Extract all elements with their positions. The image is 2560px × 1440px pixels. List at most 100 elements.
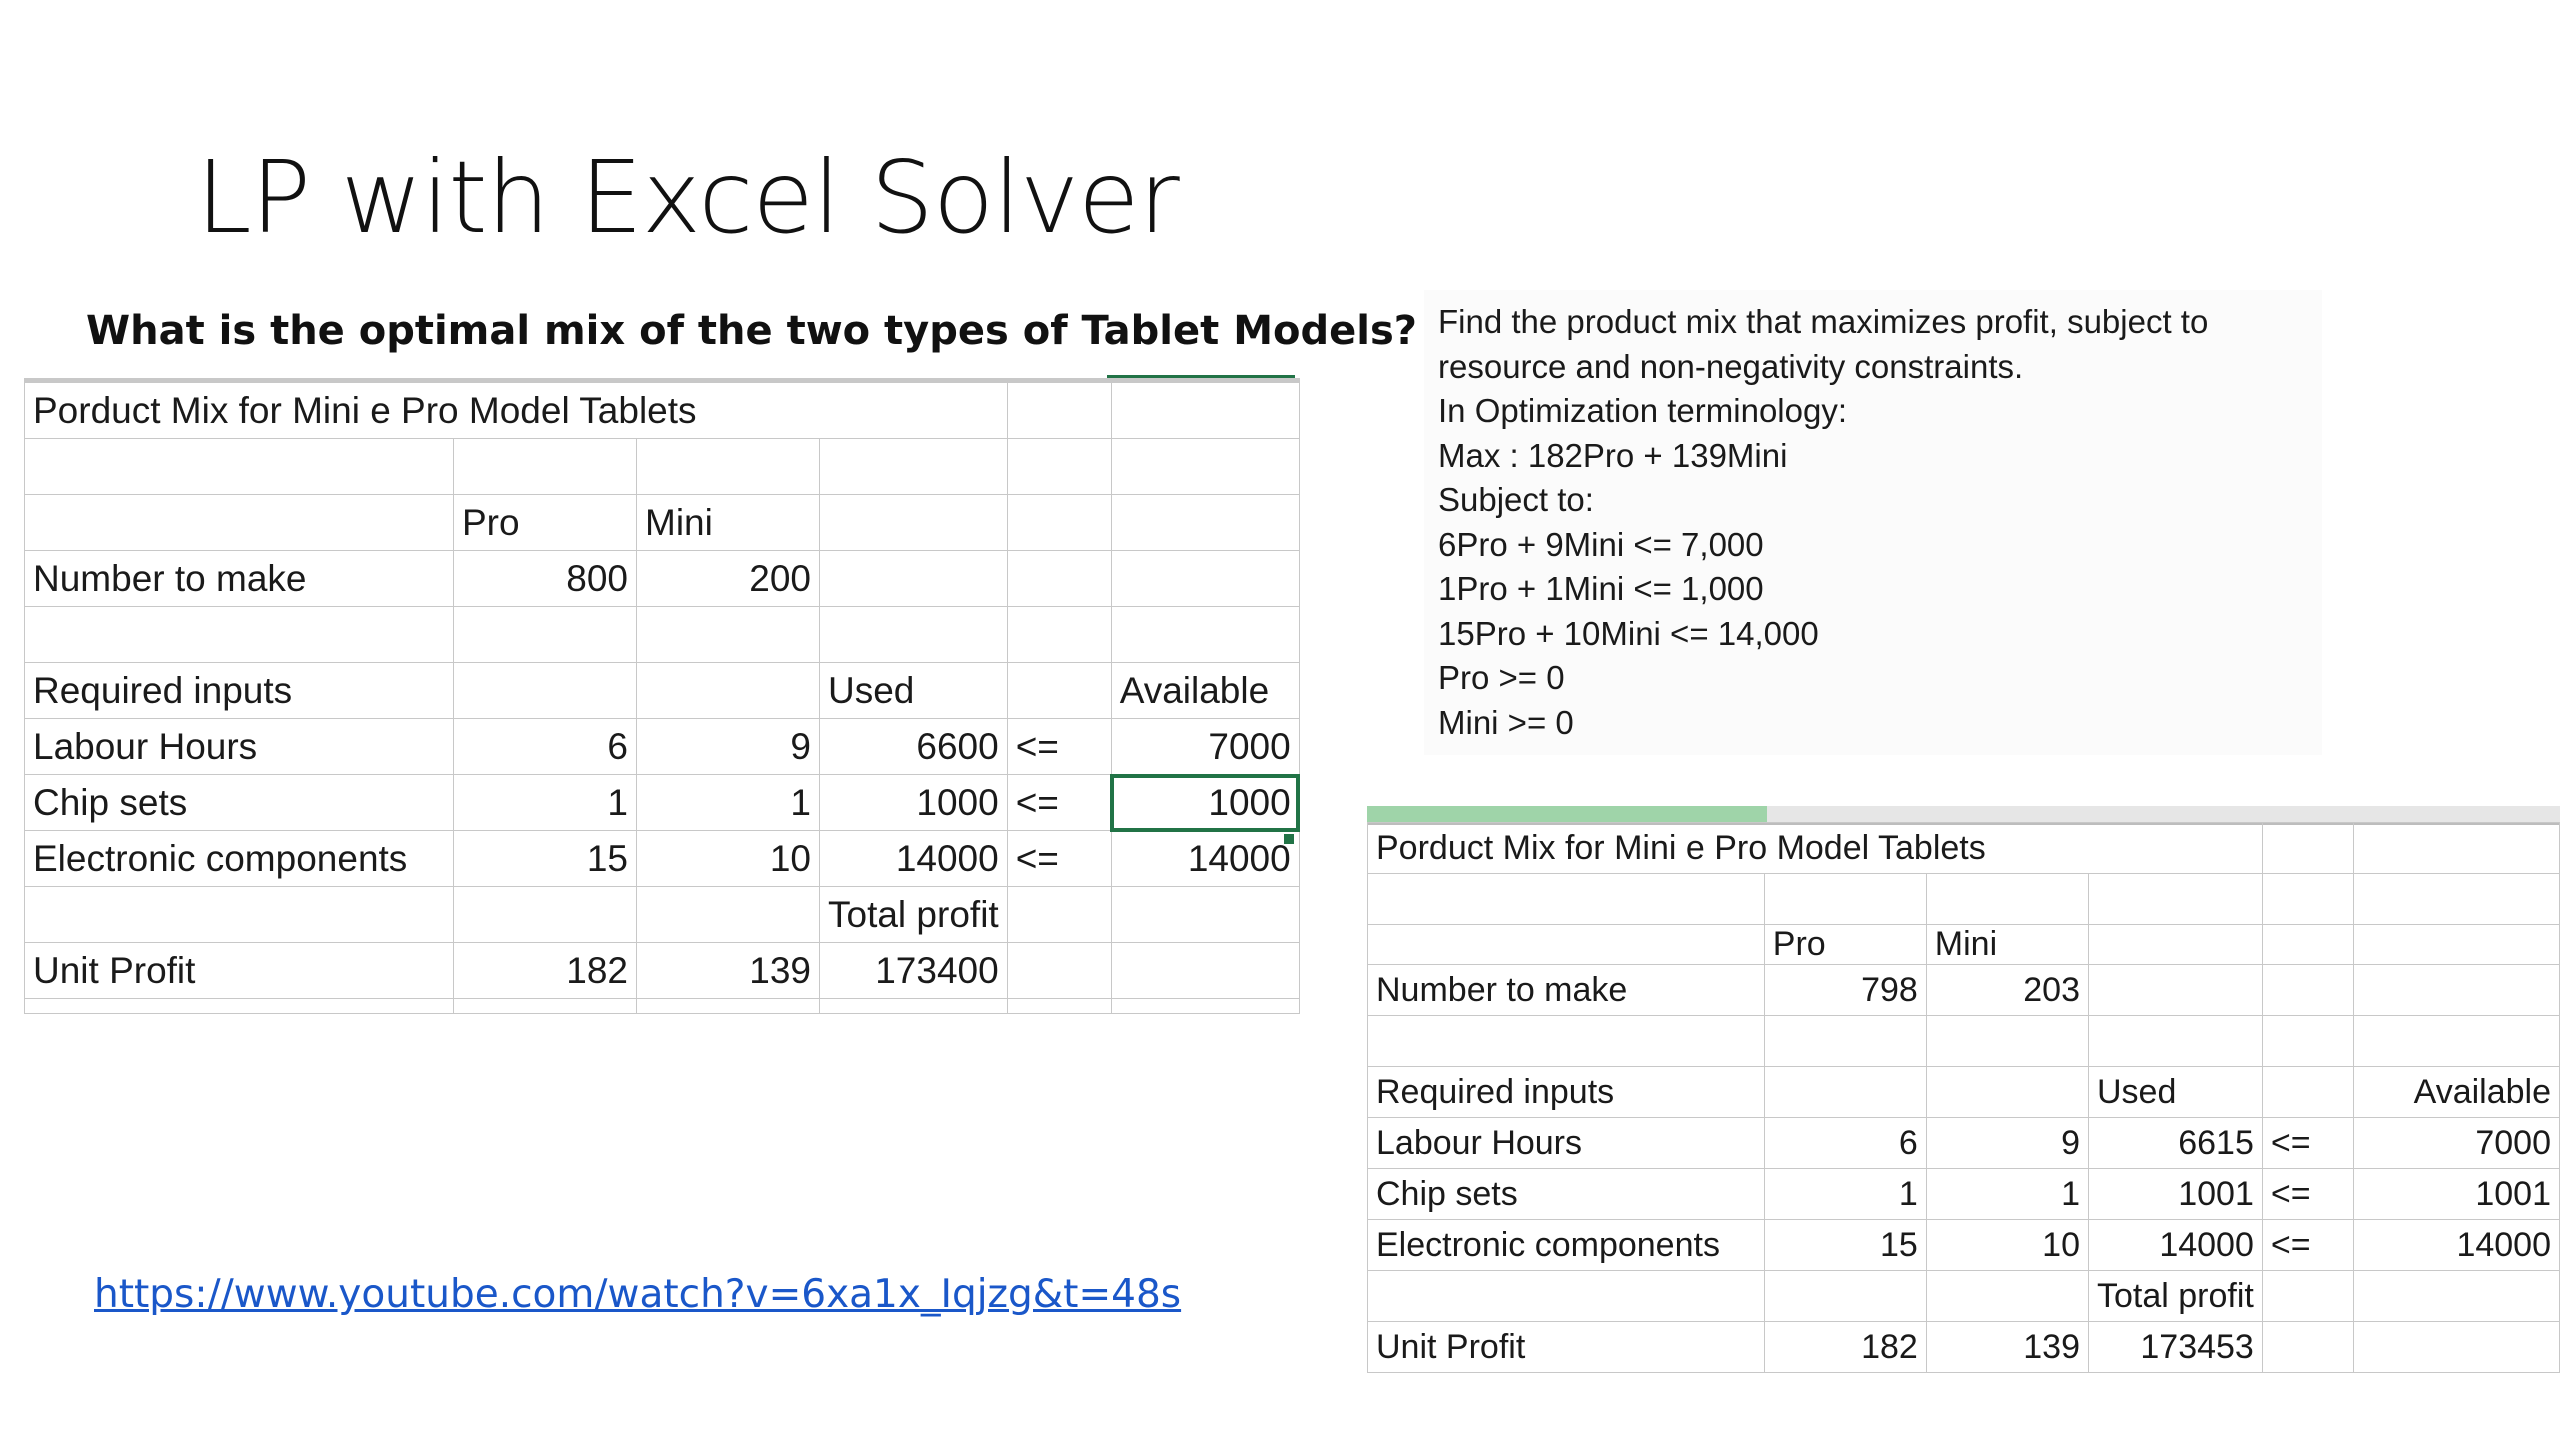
used-header-cell[interactable]: Used: [2088, 1066, 2263, 1118]
constraint-used-cell[interactable]: 14000: [819, 830, 1008, 887]
cell[interactable]: [1367, 873, 1765, 925]
cell[interactable]: [24, 606, 454, 663]
total-profit-label[interactable]: Total profit: [819, 886, 1008, 943]
sheet-title-cell[interactable]: Porduct Mix for Mini e Pro Model Tablets: [1367, 822, 2263, 874]
constraint-used-cell[interactable]: 14000: [2088, 1219, 2263, 1271]
cell[interactable]: [636, 438, 820, 495]
constraint-available-cell[interactable]: 14000: [1110, 830, 1300, 887]
cell[interactable]: [1110, 550, 1300, 607]
youtube-link[interactable]: https://www.youtube.com/watch?v=6xa1x_Iq…: [94, 1272, 1181, 1317]
cell[interactable]: [2352, 1321, 2560, 1373]
cell[interactable]: [636, 886, 820, 943]
cell[interactable]: [1110, 886, 1300, 943]
cell[interactable]: [2088, 1015, 2263, 1067]
constraint-operator-cell[interactable]: <=: [1006, 830, 1112, 887]
cell[interactable]: [1925, 873, 2090, 925]
constraint-label[interactable]: Electronic components: [24, 830, 454, 887]
cell[interactable]: [2352, 873, 2560, 925]
unit-profit-label[interactable]: Unit Profit: [24, 942, 454, 999]
cell[interactable]: [819, 550, 1008, 607]
constraint-operator-cell[interactable]: <=: [1006, 774, 1112, 831]
number-mini-cell[interactable]: 200: [636, 550, 820, 607]
cell[interactable]: [2352, 1270, 2560, 1322]
number-to-make-label[interactable]: Number to make: [1367, 964, 1765, 1016]
number-pro-cell[interactable]: 800: [453, 550, 637, 607]
cell[interactable]: [2261, 964, 2354, 1016]
constraint-mini-cell[interactable]: 1: [636, 774, 820, 831]
cell[interactable]: [1006, 494, 1112, 551]
constraint-used-cell[interactable]: 1001: [2088, 1168, 2263, 1220]
cell[interactable]: [1110, 998, 1300, 1014]
constraint-pro-cell[interactable]: 6: [453, 718, 637, 775]
constraint-operator-cell[interactable]: <=: [1006, 718, 1112, 775]
constraint-available-cell[interactable]: 14000: [2352, 1219, 2560, 1271]
cell[interactable]: [2352, 924, 2560, 965]
cell[interactable]: [2261, 1066, 2354, 1118]
cell[interactable]: [1925, 1066, 2090, 1118]
sheet-title-cell[interactable]: Porduct Mix for Mini e Pro Model Tablets: [24, 380, 1008, 439]
selected-available-cell[interactable]: 1000: [1110, 773, 1301, 832]
header-mini-cell[interactable]: Mini: [636, 494, 820, 551]
cell[interactable]: [2261, 873, 2354, 925]
cell[interactable]: [1006, 886, 1112, 943]
header-mini-cell[interactable]: Mini: [1925, 924, 2090, 965]
constraint-operator-cell[interactable]: <=: [2261, 1117, 2354, 1169]
constraint-mini-cell[interactable]: 10: [636, 830, 820, 887]
cell[interactable]: [453, 886, 637, 943]
unit-profit-pro-cell[interactable]: 182: [1763, 1321, 1927, 1373]
number-to-make-label[interactable]: Number to make: [24, 550, 454, 607]
unit-profit-pro-cell[interactable]: 182: [453, 942, 637, 999]
cell[interactable]: [636, 662, 820, 719]
cell[interactable]: [819, 998, 1008, 1014]
cell[interactable]: [1763, 1015, 1927, 1067]
unit-profit-label[interactable]: Unit Profit: [1367, 1321, 1765, 1373]
available-header-cell[interactable]: Available: [1110, 662, 1300, 719]
cell[interactable]: [1367, 1015, 1765, 1067]
cell[interactable]: [819, 606, 1008, 663]
total-profit-label[interactable]: Total profit: [2088, 1270, 2263, 1322]
constraint-pro-cell[interactable]: 1: [453, 774, 637, 831]
cell[interactable]: [1110, 606, 1300, 663]
cell[interactable]: [2261, 924, 2354, 965]
cell[interactable]: [1367, 924, 1765, 965]
unit-profit-mini-cell[interactable]: 139: [1925, 1321, 2090, 1373]
cell[interactable]: [1925, 1015, 2090, 1067]
cell[interactable]: [1925, 1270, 2090, 1322]
constraint-available-cell[interactable]: 7000: [1110, 718, 1300, 775]
cell[interactable]: [1763, 1066, 1927, 1118]
constraint-mini-cell[interactable]: 9: [636, 718, 820, 775]
cell[interactable]: [2261, 1015, 2354, 1067]
cell[interactable]: [1763, 1270, 1927, 1322]
constraint-pro-cell[interactable]: 6: [1763, 1117, 1927, 1169]
cell[interactable]: [24, 494, 454, 551]
cell[interactable]: [2352, 822, 2560, 874]
cell[interactable]: [636, 606, 820, 663]
required-inputs-label[interactable]: Required inputs: [1367, 1066, 1765, 1118]
cell[interactable]: [1110, 438, 1300, 495]
header-pro-cell[interactable]: Pro: [453, 494, 637, 551]
cell[interactable]: [1006, 998, 1112, 1014]
cell[interactable]: [24, 998, 454, 1014]
constraint-label[interactable]: Chip sets: [1367, 1168, 1765, 1220]
constraint-used-cell[interactable]: 6615: [2088, 1117, 2263, 1169]
total-profit-value[interactable]: 173453: [2088, 1321, 2263, 1373]
constraint-mini-cell[interactable]: 9: [1925, 1117, 2090, 1169]
available-header-cell[interactable]: Available: [2352, 1066, 2560, 1118]
cell[interactable]: [2088, 964, 2263, 1016]
number-pro-cell[interactable]: 798: [1763, 964, 1927, 1016]
constraint-pro-cell[interactable]: 1: [1763, 1168, 1927, 1220]
cell[interactable]: [1006, 380, 1112, 439]
cell[interactable]: [1006, 662, 1112, 719]
constraint-available-cell[interactable]: 7000: [2352, 1117, 2560, 1169]
constraint-available-cell[interactable]: 1001: [2352, 1168, 2560, 1220]
cell[interactable]: [1006, 438, 1112, 495]
cell[interactable]: [1006, 942, 1112, 999]
cell[interactable]: [453, 662, 637, 719]
cell[interactable]: [24, 886, 454, 943]
constraint-mini-cell[interactable]: 1: [1925, 1168, 2090, 1220]
cell[interactable]: [2261, 1321, 2354, 1373]
cell[interactable]: [1110, 942, 1300, 999]
constraint-used-cell[interactable]: 1000: [819, 774, 1008, 831]
constraint-operator-cell[interactable]: <=: [2261, 1219, 2354, 1271]
constraint-label[interactable]: Labour Hours: [1367, 1117, 1765, 1169]
